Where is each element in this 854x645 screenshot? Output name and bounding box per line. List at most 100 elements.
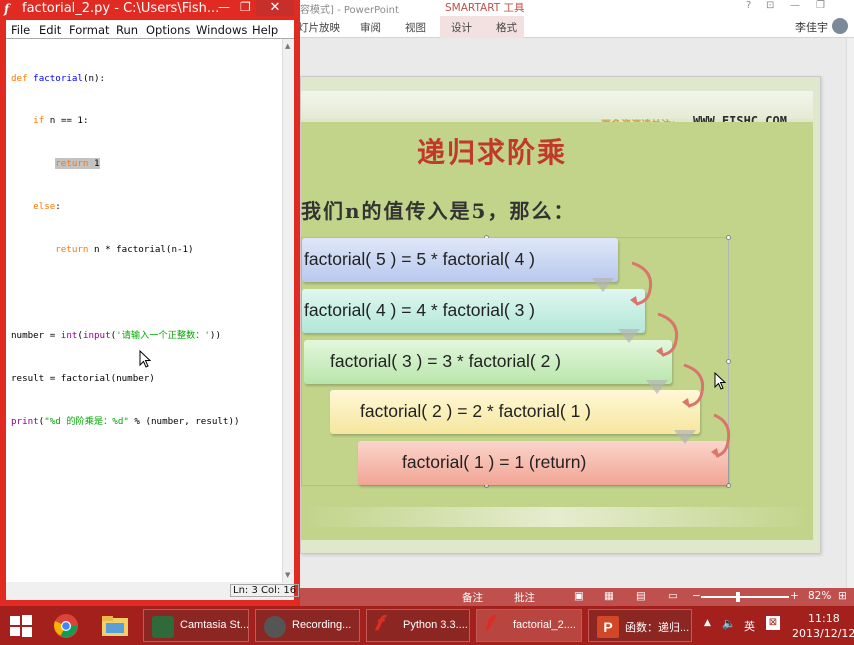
function-name: factorial: [33, 72, 83, 84]
chrome-taskbar-button[interactable]: [47, 609, 85, 642]
recorder-icon: [264, 616, 286, 638]
code-token: n == 1:: [44, 115, 89, 127]
recursion-step-1[interactable]: factorial( 5 ) = 5 * factorial( 4 ): [302, 238, 618, 282]
menu-help[interactable]: Help: [252, 23, 278, 37]
help-icon[interactable]: ?: [746, 0, 751, 11]
slide-subtitle[interactable]: 我们n的值传入是5，那么：: [301, 195, 575, 224]
slide-scrollbar[interactable]: [846, 38, 854, 588]
slide-title[interactable]: 递归求阶乘: [417, 131, 567, 171]
smartart-graphic[interactable]: factorial( 5 ) = 5 * factorial( 4 ) fact…: [301, 235, 731, 488]
system-tray: ▲ 🔈 英 ⊠ 11:18 2013/12/12: [700, 606, 854, 645]
zoom-in-icon[interactable]: +: [790, 590, 799, 602]
powerpoint-statusbar: 备注 批注 ▣ ▦ ▤ ▭ − + 82% ⊞: [296, 588, 854, 606]
slide-header-banner: 更多资源请关注： WWW.FISHC.COM: [301, 91, 813, 131]
restore-icon[interactable]: ❐: [816, 0, 825, 11]
start-button[interactable]: [4, 609, 38, 642]
code-editor[interactable]: def factorial(n): if n == 1: return 1 el…: [6, 38, 294, 583]
code-token: number =: [11, 329, 61, 341]
code-line: number = int(input('请输入一个正整数：')): [11, 329, 281, 343]
chrome-icon: [54, 614, 78, 638]
menu-format[interactable]: Format: [69, 23, 110, 37]
tab-review[interactable]: 审阅: [360, 20, 381, 35]
idle-titlebar[interactable]: 𝒇 factorial_2.py - C:\Users\Fish... — ❐ …: [0, 0, 300, 18]
clock-date[interactable]: 2013/12/12: [792, 627, 854, 640]
recursion-step-2[interactable]: factorial( 4 ) = 4 * factorial( 3 ): [302, 289, 645, 333]
builtin: input: [82, 329, 111, 341]
tab-view[interactable]: 视图: [405, 20, 426, 35]
taskbar-powerpoint[interactable]: P 函数：递归...: [588, 609, 692, 642]
avatar[interactable]: [832, 18, 848, 34]
menu-edit[interactable]: Edit: [39, 23, 61, 37]
down-arrow-icon: [646, 380, 668, 394]
comments-button[interactable]: 批注: [514, 590, 535, 605]
code-line: return 1: [11, 157, 281, 171]
close-icon[interactable]: ✕: [256, 0, 294, 16]
resize-handle[interactable]: [726, 235, 731, 240]
fit-slide-icon[interactable]: ⊞: [838, 590, 847, 602]
editor-scrollbar[interactable]: ▲ ▼: [282, 39, 294, 583]
reading-view-icon[interactable]: ▤: [636, 590, 646, 602]
menu-run[interactable]: Run: [116, 23, 138, 37]
windows-logo-icon: [10, 615, 32, 637]
builtin: print: [11, 415, 39, 427]
ime-icon[interactable]: ⊠: [766, 616, 780, 630]
maximize-icon[interactable]: ❐: [240, 0, 251, 14]
recursion-step-4[interactable]: factorial( 2 ) = 2 * factorial( 1 ): [330, 390, 700, 434]
clock-time[interactable]: 11:18: [808, 612, 840, 625]
tab-slideshow[interactable]: 灯片放映: [298, 20, 340, 35]
zoom-slider-thumb[interactable]: [736, 592, 740, 602]
zoom-level[interactable]: 82%: [808, 590, 831, 602]
minimize-icon[interactable]: —: [790, 0, 800, 11]
zoom-out-icon[interactable]: −: [692, 590, 701, 602]
code-token: result = factorial(number): [11, 372, 155, 384]
taskbar-factorial-editor[interactable]: 𝒇 factorial_2....: [476, 609, 582, 642]
volume-icon[interactable]: 🔈: [722, 617, 736, 630]
code-text[interactable]: def factorial(n): if n == 1: return 1 el…: [11, 43, 281, 458]
tab-format[interactable]: 格式: [496, 20, 517, 35]
powerpoint-title: 容模式] - PowerPoint: [300, 5, 399, 16]
user-name[interactable]: 李佳宇: [795, 19, 828, 35]
explorer-taskbar-button[interactable]: [95, 609, 135, 642]
scroll-down-icon[interactable]: ▼: [285, 571, 290, 579]
keyword: if: [33, 115, 45, 127]
scroll-up-icon[interactable]: ▲: [285, 42, 290, 50]
ribbon-display-icon[interactable]: ⊡: [766, 0, 774, 11]
notes-button[interactable]: 备注: [462, 590, 483, 605]
tray-overflow-icon[interactable]: ▲: [704, 618, 711, 628]
slide[interactable]: 更多资源请关注： WWW.FISHC.COM 递归求阶乘 我们n的值传入是5，那…: [300, 76, 821, 554]
resize-handle[interactable]: [726, 359, 731, 364]
taskbar-camtasia[interactable]: Camtasia St...: [143, 609, 249, 642]
code-line: result = factorial(number): [11, 372, 281, 386]
menu-windows[interactable]: Windows: [196, 23, 247, 37]
string-literal: '请输入一个正整数：': [116, 329, 210, 341]
camtasia-icon: [152, 616, 174, 638]
menu-file[interactable]: File: [11, 23, 30, 37]
taskbar-python-shell[interactable]: 𝒇 Python 3.3....: [366, 609, 470, 642]
taskbar-recording[interactable]: Recording...: [255, 609, 360, 642]
code-token: (n):: [82, 72, 106, 84]
menu-options[interactable]: Options: [146, 23, 190, 37]
string-literal: "%d 的阶乘是：%d": [44, 415, 129, 427]
zoom-slider[interactable]: [701, 596, 789, 598]
task-label: Recording...: [292, 619, 352, 631]
mouse-cursor-icon: [714, 372, 726, 390]
idle-window-title: factorial_2.py - C:\Users\Fish...: [22, 1, 220, 16]
normal-view-icon[interactable]: ▣: [574, 590, 584, 602]
keyword: return: [55, 244, 89, 256]
python-feather-icon: 𝒇: [4, 2, 10, 16]
smartart-tools-label: SMARTART 工具: [445, 2, 525, 14]
tab-design[interactable]: 设计: [451, 20, 472, 35]
input-language[interactable]: 英: [744, 618, 755, 634]
slideshow-icon[interactable]: ▭: [668, 590, 678, 602]
mouse-cursor-icon: [139, 350, 151, 368]
down-arrow-icon: [618, 329, 640, 343]
minimize-icon[interactable]: —: [218, 0, 230, 14]
return-arrow-icon: [682, 363, 705, 408]
recursion-step-3[interactable]: factorial( 3 ) = 3 * factorial( 2 ): [304, 340, 672, 384]
code-line: def factorial(n):: [11, 72, 281, 86]
task-label: factorial_2....: [513, 619, 576, 631]
slide-sorter-icon[interactable]: ▦: [604, 590, 614, 602]
code-line: if n == 1:: [11, 114, 281, 128]
code-line: return n * factorial(n-1): [11, 243, 281, 257]
recursion-step-5[interactable]: factorial( 1 ) = 1 (return): [358, 441, 728, 485]
